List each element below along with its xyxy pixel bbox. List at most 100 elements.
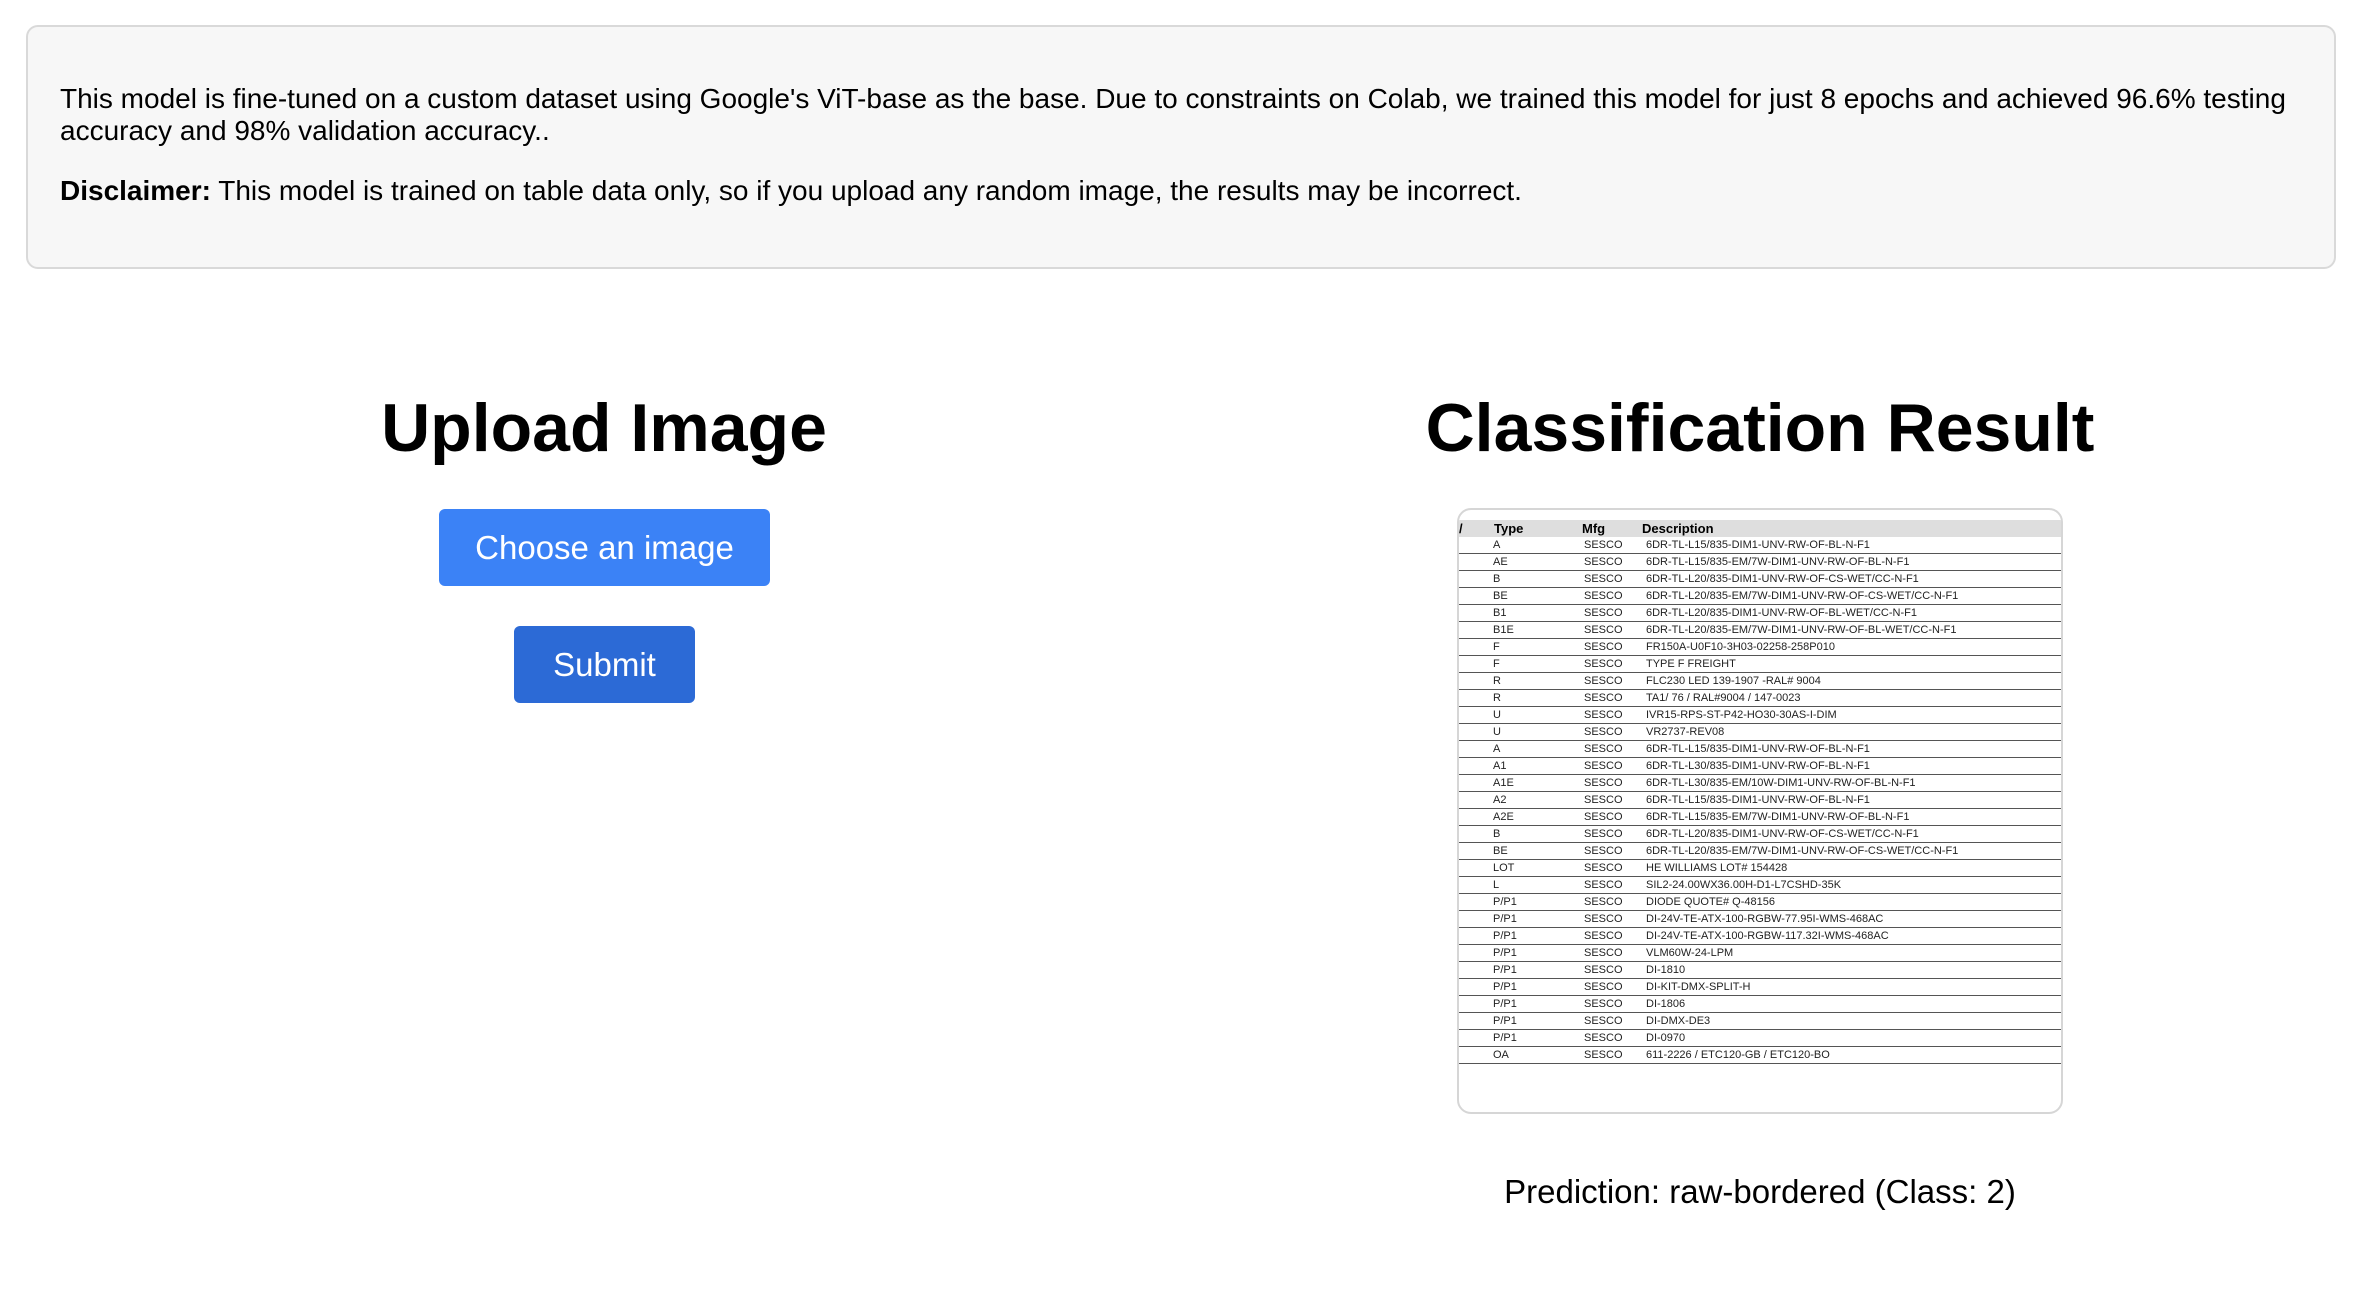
preview-type-cell: B bbox=[1493, 570, 1582, 588]
preview-row-marker bbox=[1459, 1046, 1493, 1064]
preview-row-marker bbox=[1459, 740, 1493, 758]
preview-mfg-cell: SESCO bbox=[1582, 842, 1642, 860]
preview-mfg-cell: SESCO bbox=[1582, 706, 1642, 724]
submit-button[interactable]: Submit bbox=[514, 626, 695, 703]
preview-table-row: R SESCO TA1/ 76 / RAL#9004 / 147-0023 bbox=[1459, 689, 2061, 707]
model-description: This model is fine-tuned on a custom dat… bbox=[60, 83, 2286, 146]
preview-description-cell: DI-KIT-DMX-SPLIT-H bbox=[1642, 978, 2061, 996]
preview-row-marker bbox=[1459, 910, 1493, 928]
preview-mfg-cell: SESCO bbox=[1582, 1012, 1642, 1030]
preview-table-row: F SESCO FR150A-U0F10-3H03-02258-258P010 bbox=[1459, 638, 2061, 656]
preview-row-marker bbox=[1459, 808, 1493, 826]
preview-mfg-cell: SESCO bbox=[1582, 1046, 1642, 1064]
preview-mfg-cell: SESCO bbox=[1582, 655, 1642, 673]
preview-mfg-cell: SESCO bbox=[1582, 876, 1642, 894]
preview-description-cell: 6DR-TL-L15/835-EM/7W-DIM1-UNV-RW-OF-BL-N… bbox=[1642, 808, 2061, 826]
preview-description-cell: 6DR-TL-L15/835-DIM1-UNV-RW-OF-BL-N-F1 bbox=[1642, 537, 2061, 554]
preview-table-row: A1E SESCO 6DR-TL-L30/835-EM/10W-DIM1-UNV-R… bbox=[1459, 774, 2061, 792]
preview-table-row: BE SESCO 6DR-TL-L20/835-EM/7W-DIM1-UNV-RW-… bbox=[1459, 587, 2061, 605]
preview-description-cell: IVR15-RPS-ST-P42-HO30-30AS-I-DIM bbox=[1642, 706, 2061, 724]
preview-table-row: LOT SESCO HE WILLIAMS LOT# 154428 bbox=[1459, 859, 2061, 877]
preview-type-cell: B1 bbox=[1493, 604, 1582, 622]
preview-description-cell: SIL2-24.00WX36.00H-D1-L7CSHD-35K bbox=[1642, 876, 2061, 894]
preview-mfg-cell: SESCO bbox=[1582, 740, 1642, 758]
preview-type-cell: A2 bbox=[1493, 791, 1582, 809]
preview-row-marker bbox=[1459, 672, 1493, 690]
preview-type-cell: BE bbox=[1493, 587, 1582, 605]
preview-description-cell: DI-1806 bbox=[1642, 995, 2061, 1013]
preview-mfg-cell: SESCO bbox=[1582, 893, 1642, 911]
preview-row-marker bbox=[1459, 842, 1493, 860]
preview-table-row: F SESCO TYPE F FREIGHT bbox=[1459, 655, 2061, 673]
preview-table-row: R SESCO FLC230 LED 139-1907 -RAL# 9004 bbox=[1459, 672, 2061, 690]
preview-mfg-cell: SESCO bbox=[1582, 553, 1642, 571]
preview-table-row: L SESCO SIL2-24.00WX36.00H-D1-L7CSHD-35K bbox=[1459, 876, 2061, 894]
preview-type-cell: A1 bbox=[1493, 757, 1582, 775]
preview-table-row: OA SESCO 611-2226 / ETC120-GB / ETC120-BO bbox=[1459, 1046, 2061, 1064]
preview-type-cell: P/P1 bbox=[1493, 893, 1582, 911]
preview-type-cell: P/P1 bbox=[1493, 995, 1582, 1013]
preview-row-marker bbox=[1459, 723, 1493, 741]
preview-table-row: BE SESCO 6DR-TL-L20/835-EM/7W-DIM1-UNV-RW-… bbox=[1459, 842, 2061, 860]
preview-mfg-cell: SESCO bbox=[1582, 944, 1642, 962]
preview-row-marker bbox=[1459, 570, 1493, 588]
preview-table: / Type Mfg Description A SESCO 6DR-TL-L15/… bbox=[1459, 520, 2061, 1064]
preview-table-row: P/P1 SESCO DI-1810 bbox=[1459, 961, 2061, 979]
choose-image-button[interactable]: Choose an image bbox=[439, 509, 770, 586]
preview-table-row: P/P1 SESCO VLM60W-24-LPM bbox=[1459, 944, 2061, 962]
disclaimer-label: Disclaimer: bbox=[60, 175, 211, 206]
preview-row-marker bbox=[1459, 638, 1493, 656]
preview-row-marker bbox=[1459, 944, 1493, 962]
preview-mfg-cell: SESCO bbox=[1582, 757, 1642, 775]
preview-mfg-cell: SESCO bbox=[1582, 672, 1642, 690]
preview-table-row: U SESCO IVR15-RPS-ST-P42-HO30-30AS-I-DIM bbox=[1459, 706, 2061, 724]
preview-table-row: A SESCO 6DR-TL-L15/835-DIM1-UNV-RW-OF-BL-N… bbox=[1459, 740, 2061, 758]
preview-description-cell: DI-24V-TE-ATX-100-RGBW-77.95I-WMS-468AC bbox=[1642, 910, 2061, 928]
preview-row-marker bbox=[1459, 825, 1493, 843]
preview-description-cell: 611-2226 / ETC120-GB / ETC120-BO bbox=[1642, 1046, 2061, 1064]
preview-mfg-cell: SESCO bbox=[1582, 723, 1642, 741]
preview-table-row: P/P1 SESCO DI-24V-TE-ATX-100-RGBW-77.95I-W… bbox=[1459, 910, 2061, 928]
preview-mfg-cell: SESCO bbox=[1582, 995, 1642, 1013]
preview-type-cell: AE bbox=[1493, 553, 1582, 571]
preview-description-cell: DI-DMX-DE3 bbox=[1642, 1012, 2061, 1030]
preview-row-marker bbox=[1459, 995, 1493, 1013]
preview-type-cell: A1E bbox=[1493, 774, 1582, 792]
preview-description-cell: 6DR-TL-L20/835-DIM1-UNV-RW-OF-BL-WET/CC-… bbox=[1642, 604, 2061, 622]
preview-mfg-cell: SESCO bbox=[1582, 689, 1642, 707]
preview-mfg-cell: SESCO bbox=[1582, 537, 1642, 554]
preview-description-cell: 6DR-TL-L15/835-DIM1-UNV-RW-OF-BL-N-F1 bbox=[1642, 740, 2061, 758]
preview-type-cell: P/P1 bbox=[1493, 910, 1582, 928]
preview-row-marker bbox=[1459, 655, 1493, 673]
preview-row-marker bbox=[1459, 706, 1493, 724]
preview-mfg-cell: SESCO bbox=[1582, 961, 1642, 979]
uploaded-image-preview: / Type Mfg Description A SESCO 6DR-TL-L15/… bbox=[1457, 508, 2063, 1114]
preview-row-marker bbox=[1459, 791, 1493, 809]
preview-type-cell: P/P1 bbox=[1493, 978, 1582, 996]
preview-row-marker bbox=[1459, 978, 1493, 996]
preview-description-cell: 6DR-TL-L20/835-EM/7W-DIM1-UNV-RW-OF-CS-W… bbox=[1642, 842, 2061, 860]
preview-description-cell: 6DR-TL-L20/835-EM/7W-DIM1-UNV-RW-OF-BL-W… bbox=[1642, 621, 2061, 639]
preview-row-marker bbox=[1459, 859, 1493, 877]
preview-table-row: B SESCO 6DR-TL-L20/835-DIM1-UNV-RW-OF-CS-W… bbox=[1459, 825, 2061, 843]
preview-description-cell: DIODE QUOTE# Q-48156 bbox=[1642, 893, 2061, 911]
classification-result-title: Classification Result bbox=[1425, 390, 2095, 466]
preview-type-cell: P/P1 bbox=[1493, 961, 1582, 979]
preview-mfg-cell: SESCO bbox=[1582, 927, 1642, 945]
preview-row-marker bbox=[1459, 757, 1493, 775]
preview-type-cell: R bbox=[1493, 689, 1582, 707]
preview-table-row: B SESCO 6DR-TL-L20/835-DIM1-UNV-RW-OF-CS-W… bbox=[1459, 570, 2061, 588]
preview-description-cell: FLC230 LED 139-1907 -RAL# 9004 bbox=[1642, 672, 2061, 690]
preview-mfg-cell: SESCO bbox=[1582, 978, 1642, 996]
prediction-text: Prediction: raw-bordered (Class: 2) bbox=[1504, 1173, 2016, 1210]
preview-mfg-cell: SESCO bbox=[1582, 621, 1642, 639]
preview-type-cell: F bbox=[1493, 638, 1582, 656]
preview-row-marker bbox=[1459, 553, 1493, 571]
preview-header-cell: Mfg bbox=[1582, 520, 1642, 537]
preview-table-row: P/P1 SESCO DIODE QUOTE# Q-48156 bbox=[1459, 893, 2061, 911]
preview-type-cell: P/P1 bbox=[1493, 944, 1582, 962]
preview-table-row: A2E SESCO 6DR-TL-L15/835-EM/7W-DIM1-UNV-RW… bbox=[1459, 808, 2061, 826]
preview-table-row: A1 SESCO 6DR-TL-L30/835-DIM1-UNV-RW-OF-BL-… bbox=[1459, 757, 2061, 775]
preview-header-cell: / bbox=[1459, 520, 1493, 537]
preview-description-cell: 6DR-TL-L30/835-DIM1-UNV-RW-OF-BL-N-F1 bbox=[1642, 757, 2061, 775]
